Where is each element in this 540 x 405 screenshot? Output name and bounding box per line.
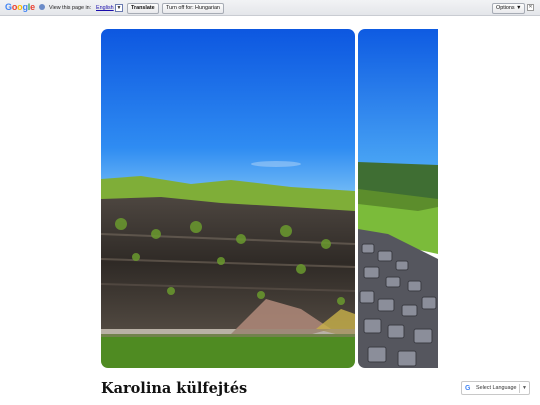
info-icon (39, 4, 45, 10)
language-dropdown-icon[interactable]: ▼ (115, 3, 123, 12)
google-translate-bar: Google View this page in: English ▼ Tran… (0, 0, 540, 16)
gallery-image-next[interactable] (358, 29, 438, 368)
close-icon[interactable]: ✕ (527, 4, 534, 11)
select-language-dropdown[interactable]: G Select Language ▼ (461, 381, 530, 395)
divider (519, 384, 520, 393)
gallery-image-main[interactable] (101, 29, 355, 368)
chevron-down-icon: ▼ (522, 385, 527, 391)
google-g-icon: G (465, 384, 471, 392)
google-logo: Google (5, 2, 35, 12)
quarry-photo (101, 29, 355, 368)
options-button[interactable]: Options ▼ (492, 2, 526, 14)
rock-pile-photo (358, 29, 438, 368)
select-language-label: Select Language (476, 385, 517, 391)
translate-button[interactable]: Translate (127, 2, 159, 14)
translate-prompt: View this page in: (49, 5, 92, 11)
turn-off-button[interactable]: Turn off for: Hungarian (162, 2, 224, 14)
target-language-link[interactable]: English (96, 5, 114, 11)
page-title: Karolina külfejtés (101, 380, 248, 397)
